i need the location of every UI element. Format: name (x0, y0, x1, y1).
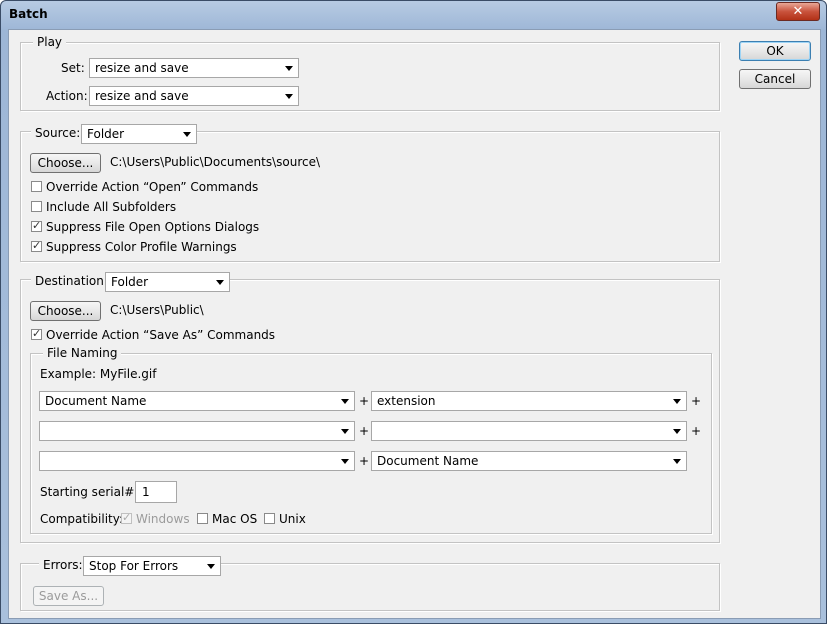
ok-button[interactable]: OK (739, 41, 811, 61)
source-path: C:\Users\Public\Documents\source\ (110, 155, 321, 169)
chevron-down-icon (183, 132, 191, 137)
file-naming-example: Example: MyFile.gif (40, 367, 157, 381)
source-label: Source: (31, 126, 85, 140)
save-as-button[interactable]: Save As... (33, 586, 104, 606)
naming-field-2-left[interactable] (39, 421, 355, 441)
play-legend: Play (33, 35, 67, 49)
cancel-button[interactable]: Cancel (739, 69, 811, 89)
chevron-down-icon (673, 429, 681, 434)
destination-dropdown[interactable]: Folder (105, 272, 230, 292)
set-label: Set: (61, 61, 85, 75)
chevron-down-icon (285, 94, 293, 99)
override-open-label: Override Action “Open” Commands (46, 180, 259, 194)
plus-sign: + (691, 424, 702, 438)
starting-serial-label: Starting serial#: (40, 485, 139, 499)
set-value: resize and save (95, 61, 189, 75)
dialog-body: OK Cancel Play Set: resize and save Acti… (8, 29, 821, 619)
close-icon: ✕ (792, 4, 804, 19)
override-open-checkbox[interactable] (31, 181, 42, 192)
naming-field-1-left[interactable]: Document Name (39, 391, 355, 411)
suppress-color-profile-checkbox[interactable] (31, 239, 42, 252)
compat-unix-label: Unix (279, 512, 306, 526)
close-button[interactable]: ✕ (776, 2, 820, 21)
source-dropdown[interactable]: Folder (81, 124, 197, 144)
naming-field-value: Document Name (45, 394, 147, 408)
action-label: Action: (46, 89, 88, 103)
chevron-down-icon (673, 459, 681, 464)
naming-field-1-right[interactable]: extension (371, 391, 687, 411)
destination-path: C:\Users\Public\ (110, 303, 204, 317)
errors-value: Stop For Errors (89, 559, 179, 573)
source-choose-button[interactable]: Choose... (30, 153, 101, 173)
chevron-down-icon (341, 459, 349, 464)
compat-windows-checkbox[interactable] (121, 511, 132, 524)
action-dropdown[interactable]: resize and save (89, 86, 299, 106)
starting-serial-input[interactable]: 1 (135, 481, 177, 503)
set-dropdown[interactable]: resize and save (89, 58, 299, 78)
naming-field-3-right[interactable]: Document Name (371, 451, 687, 471)
suppress-color-profile-label: Suppress Color Profile Warnings (46, 240, 237, 254)
naming-field-value: extension (377, 394, 436, 408)
starting-serial-value: 1 (142, 485, 150, 499)
plus-sign: + (359, 454, 370, 468)
chevron-down-icon (341, 399, 349, 404)
file-naming-legend: File Naming (43, 346, 122, 360)
chevron-down-icon (673, 399, 681, 404)
chevron-down-icon (341, 429, 349, 434)
naming-field-2-right[interactable] (371, 421, 687, 441)
compatibility-label: Compatibility: (40, 512, 124, 526)
destination-label: Destination: (31, 274, 112, 288)
include-subfolders-checkbox[interactable] (31, 201, 42, 212)
window-title: Batch (9, 7, 48, 21)
compat-windows-label: Windows (136, 512, 190, 526)
naming-field-value: Document Name (377, 454, 479, 468)
chevron-down-icon (207, 564, 215, 569)
suppress-open-options-checkbox[interactable] (31, 219, 42, 232)
compat-unix-checkbox[interactable] (264, 513, 275, 524)
override-save-as-label: Override Action “Save As” Commands (46, 328, 276, 342)
plus-sign: + (691, 394, 702, 408)
compat-macos-label: Mac OS (212, 512, 258, 526)
naming-field-3-left[interactable] (39, 451, 355, 471)
destination-value: Folder (111, 275, 149, 289)
chevron-down-icon (285, 66, 293, 71)
errors-dropdown[interactable]: Stop For Errors (83, 556, 221, 576)
compat-macos-checkbox[interactable] (197, 513, 208, 524)
errors-label: Errors: (39, 558, 87, 572)
destination-choose-button[interactable]: Choose... (30, 301, 101, 321)
plus-sign: + (359, 394, 370, 408)
include-subfolders-label: Include All Subfolders (46, 200, 177, 214)
chevron-down-icon (216, 280, 224, 285)
suppress-open-options-label: Suppress File Open Options Dialogs (46, 220, 260, 234)
override-save-as-checkbox[interactable] (31, 327, 42, 340)
title-bar[interactable]: Batch ✕ (1, 1, 826, 29)
batch-dialog: Batch ✕ OK Cancel Play Set: resize and s… (0, 0, 827, 624)
source-value: Folder (87, 127, 125, 141)
action-value: resize and save (95, 89, 189, 103)
plus-sign: + (359, 424, 370, 438)
